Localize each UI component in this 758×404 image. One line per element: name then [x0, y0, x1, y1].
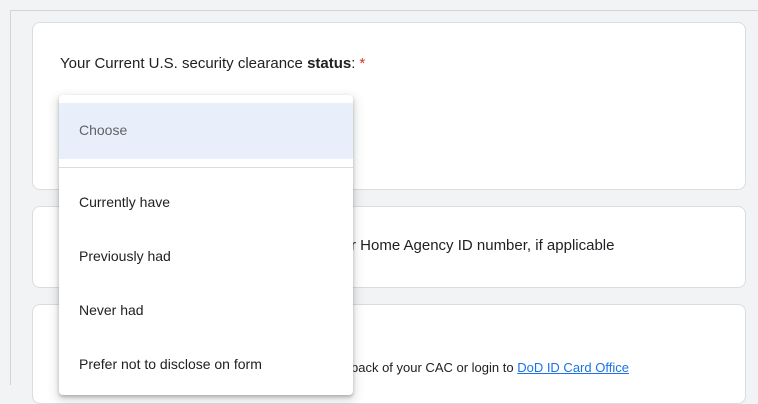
dropdown-option-label: Never had — [79, 302, 144, 318]
question-prefix: Your Current U.S. security clearance — [60, 55, 308, 72]
question-suffix: : — [351, 55, 356, 72]
dropdown-divider — [59, 167, 353, 168]
question-description-cac: back of your CAC or login to DoD ID Card… — [351, 360, 629, 376]
dropdown-option-prefer-not-to-disclose[interactable]: Prefer not to disclose on form — [59, 341, 353, 389]
dod-id-card-office-link[interactable]: DoD ID Card Office — [517, 360, 629, 375]
required-asterisk: * — [359, 55, 366, 72]
clearance-status-dropdown[interactable]: Choose Currently have Previously had Nev… — [59, 95, 353, 395]
dropdown-option-previously-had[interactable]: Previously had — [59, 233, 353, 281]
dropdown-option-never-had[interactable]: Never had — [59, 287, 353, 335]
dropdown-option-currently-have[interactable]: Currently have — [59, 179, 353, 227]
dropdown-option-choose[interactable]: Choose — [59, 103, 353, 159]
dropdown-option-label: Currently have — [79, 194, 171, 210]
question-bold: status — [307, 55, 352, 72]
cac-description-text: back of your CAC or login to — [351, 360, 518, 375]
dropdown-option-label: Prefer not to disclose on form — [79, 356, 262, 372]
question-title-agency-id: r Home Agency ID number, if applicable — [351, 237, 615, 254]
question-title: Your Current U.S. security clearance sta… — [60, 54, 365, 74]
dropdown-option-label: Choose — [79, 122, 128, 138]
dropdown-option-label: Previously had — [79, 248, 171, 264]
